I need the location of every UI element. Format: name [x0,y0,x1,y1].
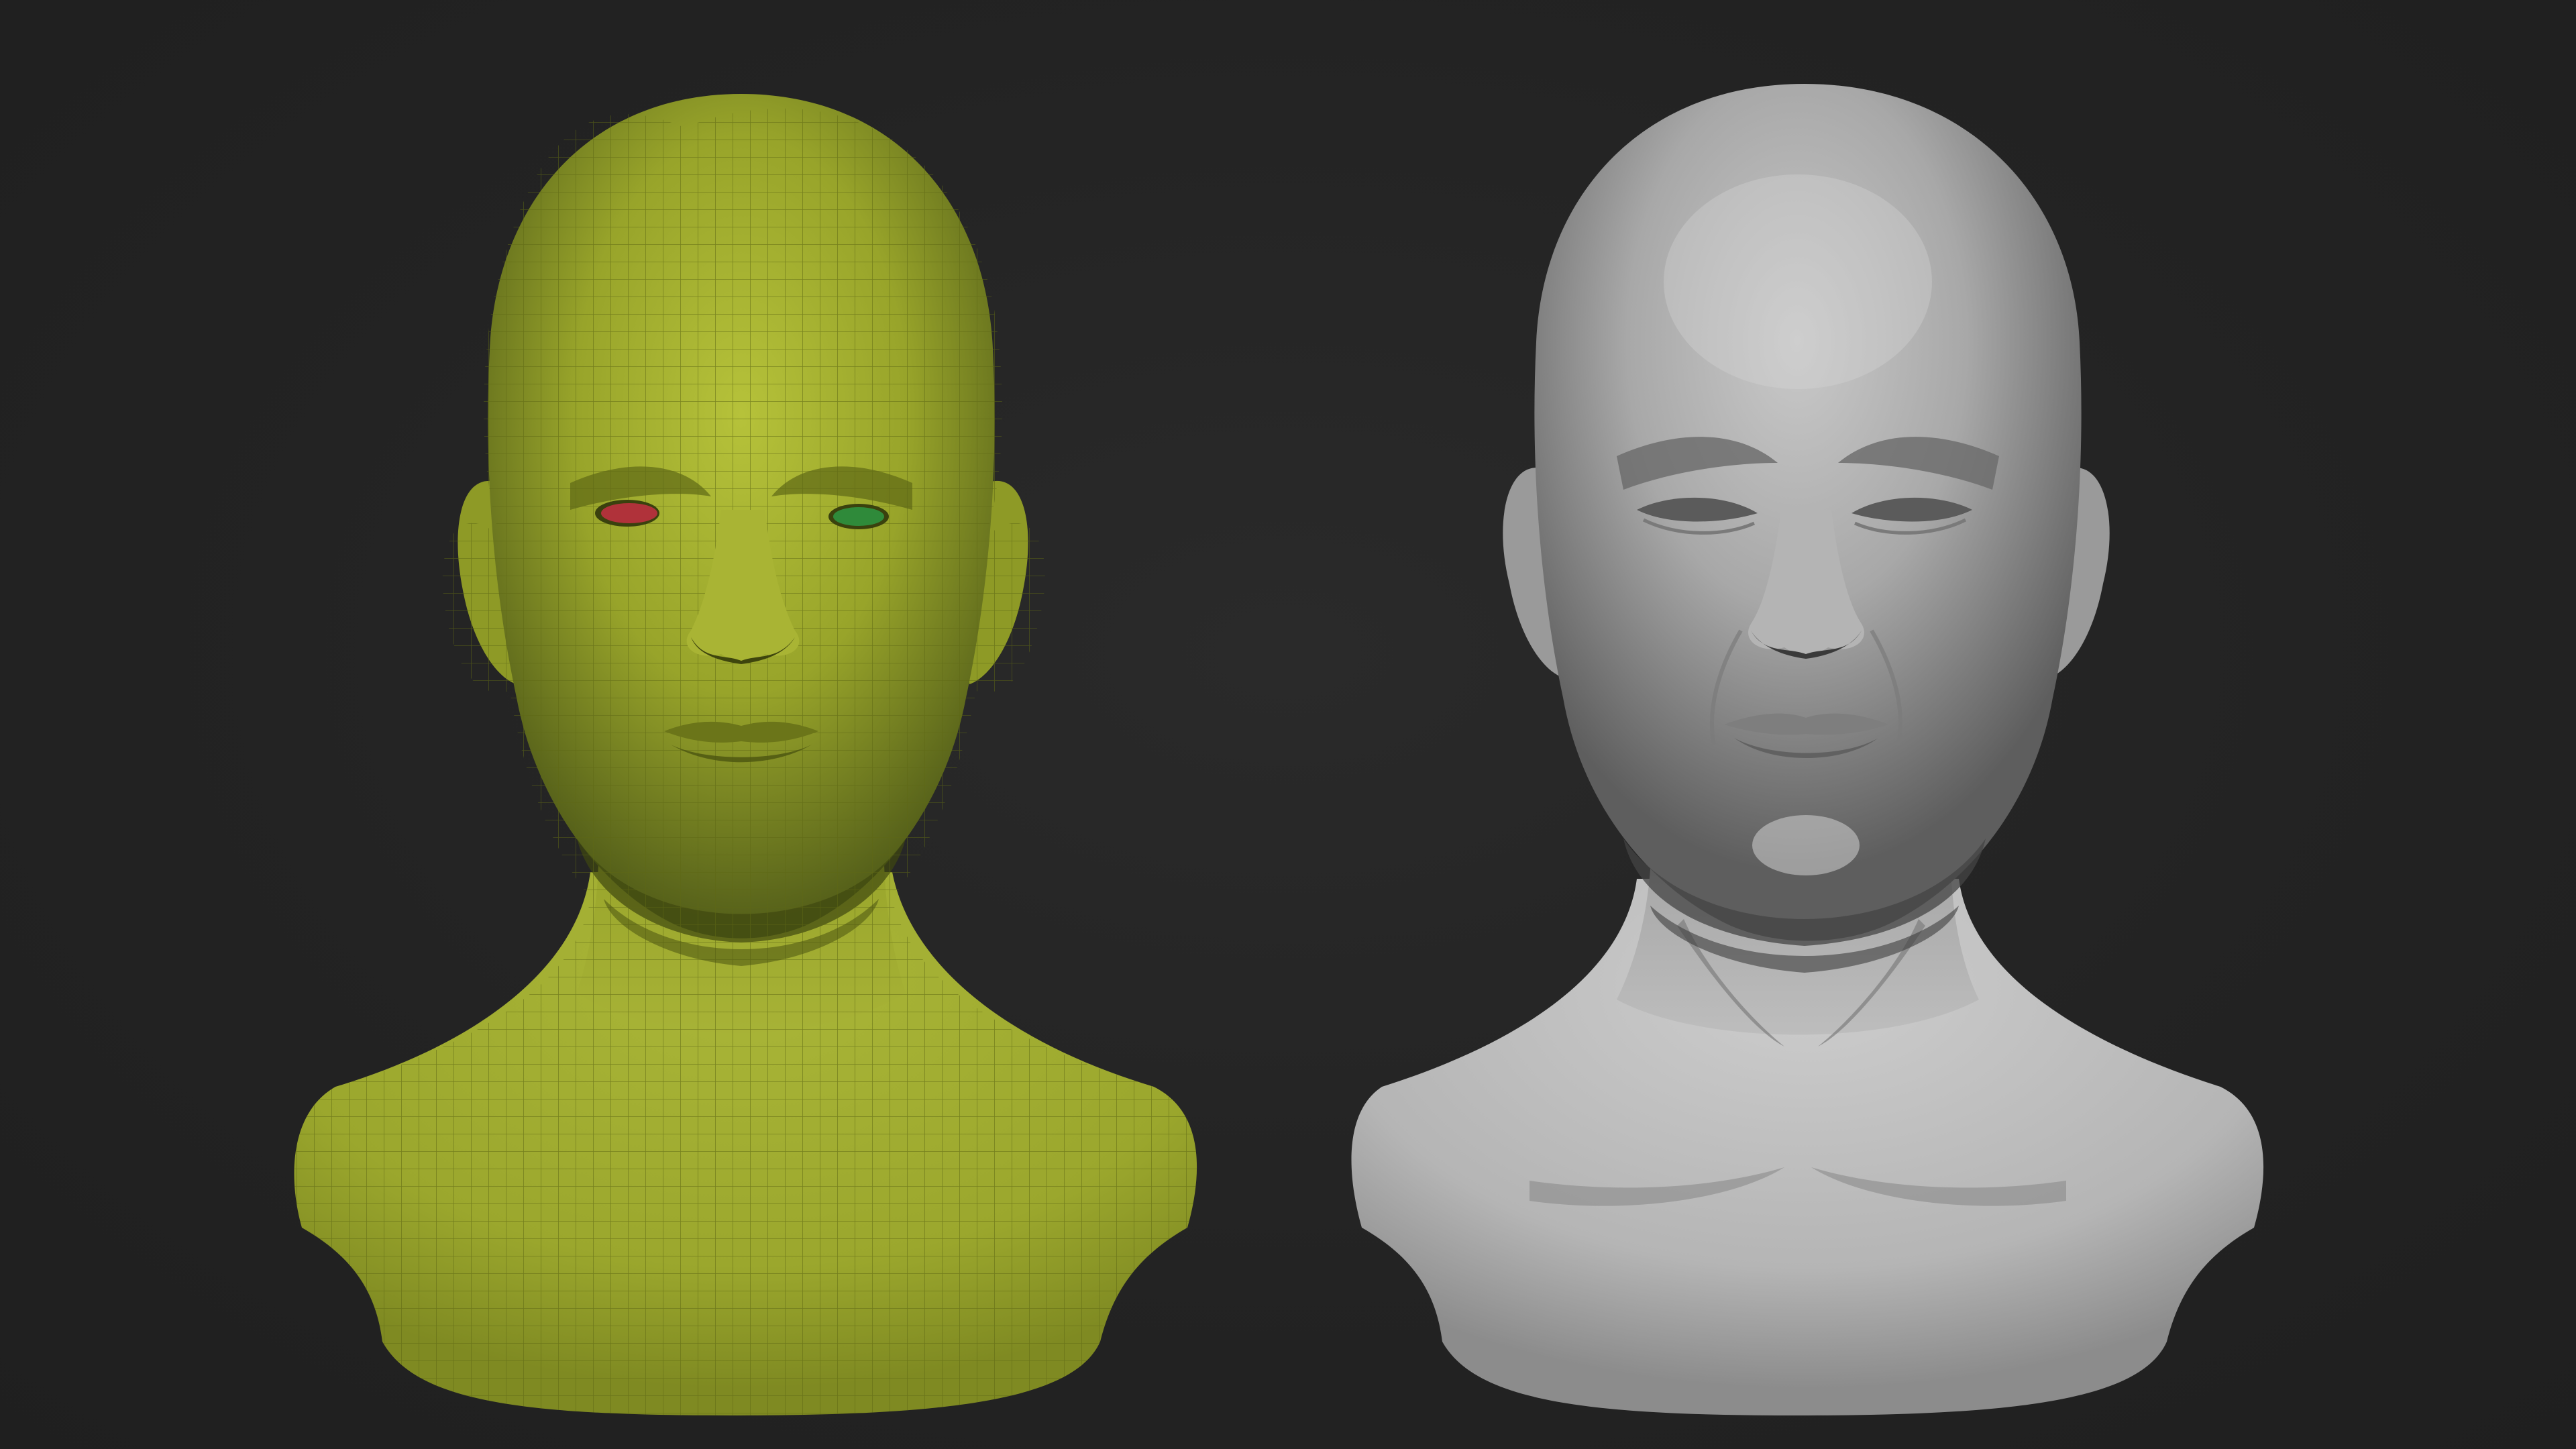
scene-svg [294,84,2264,1416]
sculpted-clay-bust [1351,84,2264,1415]
left-eye-marker [601,503,657,523]
right-eye-marker [833,507,884,526]
wireframe-topology-bust [294,94,1197,1416]
viewport [0,0,2576,1449]
